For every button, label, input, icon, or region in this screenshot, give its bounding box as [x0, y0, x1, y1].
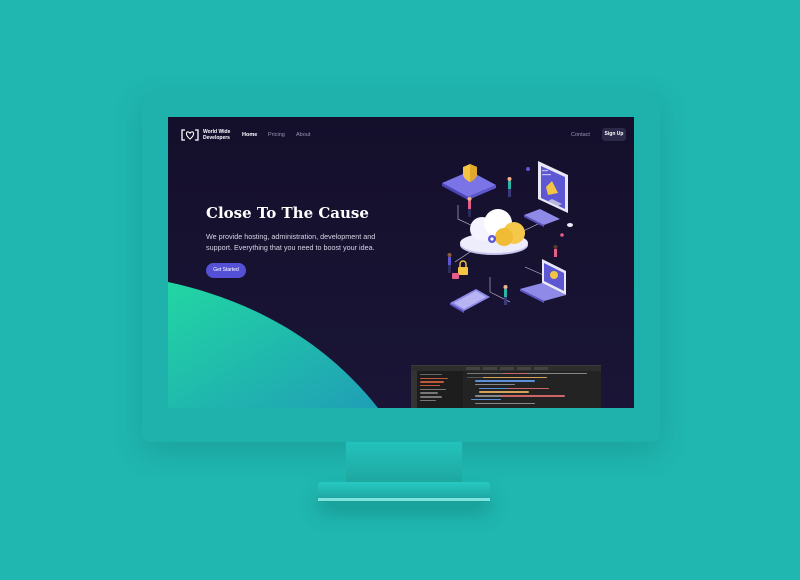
brand-name-line2: Developers [203, 135, 230, 141]
lock-icon [452, 260, 468, 279]
nav-home[interactable]: Home [242, 132, 257, 138]
monitor-neck [346, 442, 462, 482]
editor-tab [534, 367, 548, 370]
editor-tab [483, 367, 497, 370]
editor-tab [517, 367, 531, 370]
editor-tab [466, 367, 480, 370]
tablet-shield-icon [442, 164, 496, 200]
logo-icon [181, 129, 199, 141]
nav-contact[interactable]: Contact [571, 132, 590, 138]
editor-sidebar [411, 371, 463, 408]
monitor-base-highlight [318, 498, 490, 501]
get-started-button[interactable]: Get Started [206, 263, 246, 278]
code-editor-preview [411, 365, 601, 408]
nav-about[interactable]: About [296, 132, 310, 138]
top-navigation: World Wide Developers Home Pricing About… [168, 117, 634, 153]
website-screen: World Wide Developers Home Pricing About… [168, 117, 634, 408]
brand-logo[interactable]: World Wide Developers [181, 129, 230, 141]
hero-description: We provide hosting, administration, deve… [206, 232, 376, 252]
isometric-cloud-illustration [442, 161, 573, 313]
monitor-icon [538, 161, 568, 213]
hero-title: Close To The Cause [206, 204, 369, 222]
editor-activity-bar [411, 371, 417, 408]
laptop-icon [520, 259, 566, 303]
nav-pricing[interactable]: Pricing [268, 132, 285, 138]
brand-name: World Wide Developers [203, 129, 230, 141]
editor-code-lines [467, 373, 597, 406]
signup-button[interactable]: Sign Up [602, 128, 626, 141]
phone-icon [450, 289, 490, 313]
editor-tab [500, 367, 514, 370]
